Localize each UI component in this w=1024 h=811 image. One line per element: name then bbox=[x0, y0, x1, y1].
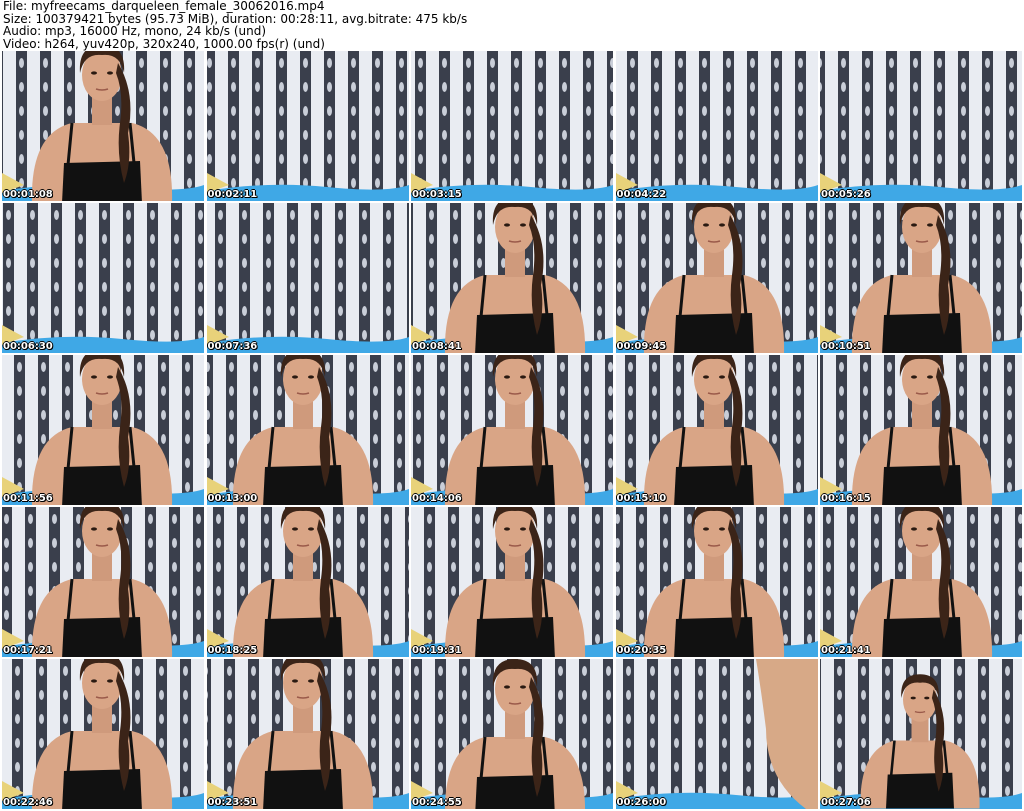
video-thumbnail: 00:05:26 bbox=[820, 51, 1022, 201]
thumbnail-frame-image bbox=[2, 659, 204, 809]
thumbnail-frame-image bbox=[820, 507, 1022, 657]
video-thumbnail: 00:07:36 bbox=[206, 203, 409, 353]
video-thumbnail: 00:09:45 bbox=[615, 203, 818, 353]
thumbnail-timestamp: 00:24:55 bbox=[412, 797, 462, 808]
thumbnail-timestamp: 00:16:15 bbox=[821, 493, 871, 504]
thumbnail-timestamp: 00:03:15 bbox=[412, 189, 462, 200]
thumbnail-frame-image bbox=[206, 507, 409, 657]
thumbnail-frame-image bbox=[206, 355, 409, 505]
thumbnail-frame-image bbox=[615, 355, 818, 505]
thumbnail-frame-image bbox=[206, 51, 409, 201]
video-thumbnail: 00:26:00 bbox=[615, 659, 818, 809]
thumbnail-frame-image bbox=[615, 659, 818, 809]
thumbnail-timestamp: 00:13:00 bbox=[207, 493, 258, 504]
thumbnail-timestamp: 00:19:31 bbox=[412, 645, 462, 656]
thumbnail-timestamp: 00:05:26 bbox=[821, 189, 871, 200]
video-thumbnail: 00:24:55 bbox=[411, 659, 613, 809]
video-thumbnail: 00:11:56 bbox=[2, 355, 204, 505]
video-thumbnail: 00:21:41 bbox=[820, 507, 1022, 657]
thumbnail-frame-image bbox=[411, 51, 613, 201]
thumbnail-frame-image bbox=[820, 203, 1022, 353]
video-thumbnail: 00:16:15 bbox=[820, 355, 1022, 505]
thumbnail-frame-image bbox=[820, 51, 1022, 201]
video-thumbnail: 00:18:25 bbox=[206, 507, 409, 657]
thumbnail-timestamp: 00:10:51 bbox=[821, 341, 871, 352]
thumbnail-frame-image bbox=[206, 203, 409, 353]
video-thumbnail: 00:13:00 bbox=[206, 355, 409, 505]
thumbnail-grid: 00:01:08 00:02:11 00:03:15 00:04:22 00:05:26… bbox=[2, 51, 1022, 810]
thumbnail-timestamp: 00:21:41 bbox=[821, 645, 871, 656]
video-thumbnail: 00:03:15 bbox=[411, 51, 613, 201]
thumbnail-timestamp: 00:09:45 bbox=[616, 341, 667, 352]
thumbnail-timestamp: 00:08:41 bbox=[412, 341, 462, 352]
thumbnail-timestamp: 00:20:35 bbox=[616, 645, 667, 656]
video-thumbnail: 00:27:06 bbox=[820, 659, 1022, 809]
thumbnail-frame-image bbox=[411, 203, 613, 353]
thumbnail-frame-image bbox=[2, 51, 204, 201]
thumbnail-timestamp: 00:26:00 bbox=[616, 797, 667, 808]
thumbnail-timestamp: 00:17:21 bbox=[3, 645, 53, 656]
video-thumbnail: 00:19:31 bbox=[411, 507, 613, 657]
thumbnail-frame-image bbox=[206, 659, 409, 809]
video-thumbnail: 00:04:22 bbox=[615, 51, 818, 201]
thumbnail-frame-image bbox=[2, 203, 204, 353]
video-thumbnail: 00:08:41 bbox=[411, 203, 613, 353]
thumbnail-timestamp: 00:11:56 bbox=[3, 493, 53, 504]
thumbnail-timestamp: 00:15:10 bbox=[616, 493, 667, 504]
thumbnail-frame-image bbox=[615, 51, 818, 201]
thumbnail-timestamp: 00:07:36 bbox=[207, 341, 258, 352]
thumbnail-frame-image bbox=[615, 507, 818, 657]
thumbnail-timestamp: 00:27:06 bbox=[821, 797, 871, 808]
video-thumbnail: 00:14:06 bbox=[411, 355, 613, 505]
thumbnail-frame-image bbox=[820, 659, 1022, 809]
thumbnail-frame-image bbox=[411, 355, 613, 505]
video-thumbnail: 00:22:46 bbox=[2, 659, 204, 809]
thumbnail-timestamp: 00:06:30 bbox=[3, 341, 53, 352]
thumbnail-frame-image bbox=[411, 507, 613, 657]
file-name-line: File: myfreecams_darqueleen_female_30062… bbox=[3, 0, 325, 13]
video-thumbnail: 00:20:35 bbox=[615, 507, 818, 657]
video-thumbnail: 00:23:51 bbox=[206, 659, 409, 809]
thumbnail-timestamp: 00:18:25 bbox=[207, 645, 258, 656]
video-thumbnail: 00:02:11 bbox=[206, 51, 409, 201]
video-thumbnail: 00:17:21 bbox=[2, 507, 204, 657]
video-thumbnail: 00:10:51 bbox=[820, 203, 1022, 353]
thumbnail-timestamp: 00:04:22 bbox=[616, 189, 667, 200]
video-thumbnail: 00:15:10 bbox=[615, 355, 818, 505]
thumbnail-timestamp: 00:01:08 bbox=[3, 189, 53, 200]
thumbnail-timestamp: 00:23:51 bbox=[207, 797, 258, 808]
thumbnail-frame-image bbox=[411, 659, 613, 809]
thumbnail-timestamp: 00:02:11 bbox=[207, 189, 258, 200]
thumbnail-frame-image bbox=[2, 507, 204, 657]
video-info-line: Video: h264, yuv420p, 320x240, 1000.00 f… bbox=[3, 36, 325, 51]
thumbnail-frame-image bbox=[615, 203, 818, 353]
audio-info-line: Audio: mp3, 16000 Hz, mono, 24 kb/s (und… bbox=[3, 24, 267, 38]
thumbnail-timestamp: 00:22:46 bbox=[3, 797, 53, 808]
thumbnail-frame-image bbox=[820, 355, 1022, 505]
file-info-header: File: myfreecams_darqueleen_female_30062… bbox=[3, 0, 467, 50]
thumbnail-timestamp: 00:14:06 bbox=[412, 493, 462, 504]
video-thumbnail: 00:06:30 bbox=[2, 203, 204, 353]
video-thumbnail: 00:01:08 bbox=[2, 51, 204, 201]
thumbnail-frame-image bbox=[2, 355, 204, 505]
